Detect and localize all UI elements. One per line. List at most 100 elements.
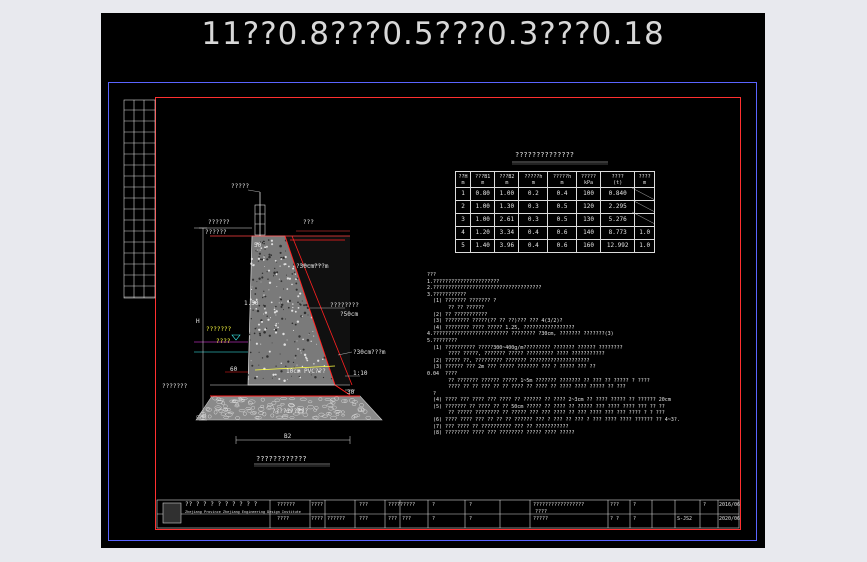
tb-cell-14: ?: [469, 516, 473, 522]
param-table-header: ?????h m: [518, 171, 549, 188]
table-cell: 5.276: [600, 213, 636, 227]
note-line: (5) ??????? ?? ???? ?? ?? 50cm ????? ?? …: [427, 403, 665, 410]
label-foot: ??????????: [272, 408, 309, 415]
tb-cell-1: ??????: [277, 502, 296, 508]
note-line: (2) ?? ???????????: [427, 311, 488, 318]
tb-cell-19: ?: [633, 516, 637, 522]
tb-cell-9: ???: [388, 516, 398, 522]
table-cell: 2.61: [494, 213, 520, 227]
tb-cell-17: ? ?: [610, 516, 620, 522]
table-cell: 1.40: [470, 239, 496, 253]
label-left-top: ??????: [208, 219, 230, 226]
table-cell: 0.5: [547, 200, 577, 214]
note-line: (4) ???????? ???? ????? 1.25, ??????????…: [427, 324, 575, 331]
note-line: ?? ?? ??????: [427, 304, 485, 311]
table-cell: 1: [454, 187, 472, 201]
note-line: 0.04 ????: [427, 370, 458, 377]
note-line: ???? ?? ?? ??? ?? ?? ???? ?? ???? ?? ???…: [427, 384, 626, 391]
label-top-note: ?????: [231, 183, 250, 190]
table-cell: 0.5: [547, 213, 577, 227]
table-row: 4 1.20 3.34 0.4 0.6 140 8.773 1.0: [454, 226, 655, 240]
note-line: 2.????????????????????????????????????: [427, 285, 542, 292]
param-table-header: ???B1 m: [470, 171, 496, 188]
tb-cell-21: ?: [703, 502, 707, 508]
param-table-header: ????? kPa: [575, 171, 602, 188]
label-right-mid2: ?50cm: [340, 311, 359, 318]
tb-cell-20: S-JS2: [677, 516, 693, 522]
label-height-h: H: [196, 318, 200, 325]
tb-cell-7: ???: [359, 516, 369, 522]
table-cell: 0.3: [518, 200, 549, 214]
note-line: ???: [427, 272, 437, 278]
note-line: 5.????????: [427, 337, 458, 344]
note-line: (3) ???????? ?????(?? ?? ??)??? ??? 4(3/…: [427, 318, 563, 325]
note-line: ?? ????? ???????? ?? ????? ??? ??? ???? …: [427, 410, 665, 417]
table-cell: 160: [575, 239, 602, 253]
table-row: 1 0.80 1.00 0.2 0.4 100 0.840: [454, 187, 655, 201]
label-30: 30: [347, 389, 355, 396]
company-name-en: Zhejiang Province Zhejiang Engineering D…: [185, 510, 301, 514]
table-cell: 2: [454, 200, 472, 214]
tb-cell-2: ????: [277, 516, 290, 522]
label-water-level2: ????: [216, 338, 231, 345]
tb-cell-5: ??????: [327, 516, 346, 522]
table-cell: 0.6: [547, 239, 577, 253]
note-line: (1) ??????? ??????? ?: [427, 298, 497, 305]
table-cell: 12.992: [600, 239, 636, 253]
note-line: ?: [427, 390, 437, 397]
notes-block: ??? 1.?????????????????????? 2.???????????…: [427, 272, 727, 437]
tb-cell-3: ????: [311, 502, 324, 508]
label-50: 50: [254, 242, 262, 249]
table-cell: 1.30: [494, 200, 520, 214]
label-60: 60: [230, 366, 238, 373]
company-name: ?? ? ? ? ? ? ? ? ? ?: [185, 501, 258, 508]
table-cell: 1.00: [470, 200, 496, 214]
param-table-header: ???B2 m: [494, 171, 520, 188]
table-cell: 5: [454, 239, 472, 253]
note-line: (7) ??? ???? ?? ?????????? ??? ?? ??????…: [427, 423, 569, 430]
table-cell: 0.840: [600, 187, 636, 201]
tb-cell-6: ???: [359, 502, 369, 508]
table-cell: 3: [454, 213, 472, 227]
tb-date-1: 2016/06: [719, 502, 741, 508]
tb-cell-8: ?????????: [388, 502, 416, 508]
tb-cell-10: ???: [402, 516, 412, 522]
label-right-low: ?30cm???m: [353, 349, 386, 356]
table-row: 2 1.00 1.30 0.3 0.5 120 2.295: [454, 200, 655, 214]
label-ratio: 1:10: [353, 370, 368, 377]
note-line: (3) ?????? ??? 2m ??? ????? ??????? ??? …: [427, 364, 596, 371]
table-cell: 1.0: [634, 239, 655, 253]
tb-cell-4: ????: [311, 516, 324, 522]
table-cell: [634, 213, 655, 227]
label-slope-note: ?30cm???m: [296, 263, 329, 270]
note-line: (8) ???????? ???? ??? ???????? ????? ???…: [427, 430, 575, 437]
note-line: (6) ???? ???? ??? ?? ?? ?? ?????? ??? ? …: [427, 417, 680, 424]
table-cell: [634, 187, 655, 201]
table-cell: 0.2: [518, 187, 549, 201]
table-cell: 1.00: [494, 187, 520, 201]
table-cell: 100: [575, 187, 602, 201]
table-cell: 3.34: [494, 226, 520, 240]
table-cell: 0.80: [470, 187, 496, 201]
label-right-mid: ????????: [330, 302, 359, 309]
label-width-b2: B2: [284, 433, 292, 440]
table-cell: 0.4: [547, 187, 577, 201]
tb-sheet: ????: [535, 509, 548, 515]
param-table-title: ??????????????: [515, 151, 575, 159]
table-cell: 130: [575, 213, 602, 227]
param-table-header: ???? (t): [600, 171, 636, 188]
param-table-header: ??H m: [454, 171, 472, 188]
table-row: 3 1.00 2.61 0.3 0.5 130 5.276: [454, 213, 655, 227]
section-caption: ????????????: [256, 455, 307, 463]
param-table: ??H m ???B1 m ???B2 m ?????h m ?????h m?????…: [454, 171, 655, 253]
label-left-mid: ??????: [205, 229, 227, 236]
note-line: (4) ???? ??? ???? ??? ???? ?? ?????? ?? …: [427, 397, 671, 404]
title-block: ?? ? ? ? ? ? ? ? ? ? Zhejiang Province Z…: [157, 500, 741, 528]
revision-strip: [123, 99, 156, 299]
table-cell: 3.96: [494, 239, 520, 253]
note-line: 4.????????????????????????? ???????? ?30…: [427, 331, 614, 338]
label-water-level: ???????: [206, 326, 232, 333]
note-line: ???? ?????, ??????? ????? ????????? ????…: [427, 351, 605, 358]
label-right-top: ???: [303, 219, 314, 226]
label-pipe: 10cm PVC???: [286, 368, 326, 375]
